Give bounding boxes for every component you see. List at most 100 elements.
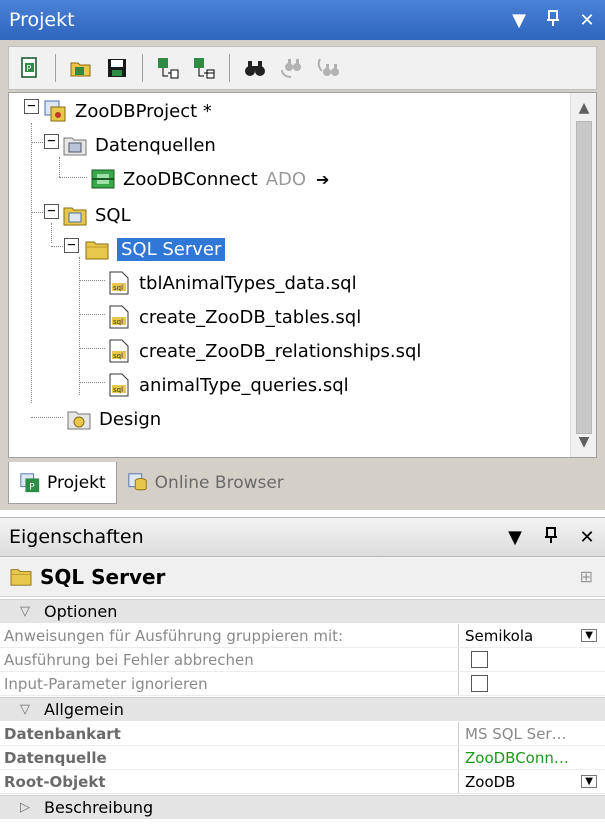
tab-projekt[interactable]: P Projekt — [8, 462, 117, 504]
section-label: Allgemein — [44, 700, 124, 719]
tree-item-label: create_ZooDB_tables.sql — [139, 306, 362, 328]
tree-item-label: ZooDBProject * — [75, 100, 212, 122]
svg-text:P: P — [27, 64, 32, 73]
property-name: Root-Objekt — [4, 772, 106, 791]
new-project-icon[interactable]: P — [17, 55, 43, 81]
object-header: SQL Server ⊞ — [0, 557, 605, 597]
project-toolbar: P — [8, 46, 597, 90]
section-allgemein[interactable]: ▽ Allgemein — [0, 697, 605, 721]
find-next-icon[interactable] — [278, 55, 304, 81]
dropdown-button-icon[interactable]: ▼ — [581, 629, 597, 642]
tab-online-browser[interactable]: Online Browser — [117, 462, 294, 504]
sql-file-icon: sql — [109, 339, 129, 363]
tree-item-sql-server[interactable]: SQL Server — [85, 232, 226, 266]
add-active-file-icon[interactable] — [191, 55, 217, 81]
datasource-folder-icon — [63, 137, 87, 156]
project-tab-icon: P — [20, 472, 40, 492]
find-icon[interactable] — [242, 55, 268, 81]
projekt-panel: P − − − − ZooDBProject * Datenquellen Zo… — [0, 40, 605, 510]
dropdown-arrow-icon[interactable]: ▼ — [505, 527, 525, 548]
folder-icon — [10, 568, 32, 586]
eigenschaften-panel: SQL Server ⊞ ▽ Optionen Anweisungen für … — [0, 557, 605, 840]
property-value-select[interactable]: Semikola ▼ — [458, 624, 605, 647]
section-beschreibung[interactable]: ▷ Beschreibung — [0, 795, 605, 819]
find-prev-icon[interactable] — [314, 55, 340, 81]
tree-item-label: Datenquellen — [95, 134, 216, 156]
collapse-datenquellen-toggle[interactable]: − — [44, 134, 59, 149]
tree-item-label: create_ZooDB_relationships.sql — [139, 340, 422, 362]
tree-item-sql[interactable]: SQL — [63, 198, 131, 232]
tree-item-label: tblAnimalTypes_data.sql — [139, 272, 357, 294]
pin-icon[interactable] — [543, 9, 563, 31]
sql-file-icon: sql — [109, 373, 129, 397]
panel-title: Eigenschaften — [9, 526, 144, 548]
panel-title: Projekt — [9, 9, 75, 31]
property-row: Ausführung bei Fehler abbrechen — [0, 648, 605, 672]
design-folder-icon — [67, 411, 91, 430]
property-row: Datenbankart MS SQL Ser… — [0, 722, 605, 746]
arrow-right-icon[interactable]: ➔ — [316, 170, 329, 189]
tree-item-file[interactable]: sql tblAnimalTypes_data.sql — [107, 266, 357, 300]
scroll-up-icon[interactable]: ▲ — [571, 95, 596, 121]
svg-text:sql: sql — [113, 352, 123, 360]
svg-text:sql: sql — [113, 284, 123, 292]
collapse-sql-toggle[interactable]: − — [44, 204, 59, 219]
expand-triangle-icon: ▷ — [20, 800, 30, 815]
property-name: Ausführung bei Fehler abbrechen — [4, 650, 254, 669]
stop-on-error-checkbox[interactable] — [471, 651, 488, 668]
svg-text:sql: sql — [113, 386, 123, 394]
tree-item-label: Design — [99, 408, 162, 430]
section-label: Optionen — [44, 602, 118, 621]
property-value-select[interactable]: ZooDB ▼ — [458, 770, 605, 793]
property-name: Datenbankart — [4, 724, 121, 743]
collapse-project-toggle[interactable]: − — [24, 99, 39, 114]
sql-file-icon: sql — [109, 271, 129, 295]
tree-item-file[interactable]: sql create_ZooDB_relationships.sql — [107, 334, 421, 368]
collapse-sql-server-toggle[interactable]: − — [64, 238, 79, 253]
property-row: Root-Objekt ZooDB ▼ — [0, 770, 605, 794]
collapse-triangle-icon: ▽ — [20, 604, 30, 619]
close-icon[interactable]: ✕ — [577, 527, 597, 548]
sql-folder-icon — [63, 207, 87, 226]
svg-text:sql: sql — [113, 318, 123, 326]
categorize-icon[interactable]: ⊞ — [580, 567, 593, 586]
section-optionen[interactable]: ▽ Optionen — [0, 599, 605, 623]
sql-file-icon: sql — [109, 305, 129, 329]
property-value: ZooDB — [465, 772, 516, 791]
selected-label: SQL Server — [117, 237, 226, 261]
online-browser-icon — [128, 473, 147, 491]
collapse-triangle-icon: ▽ — [20, 702, 30, 717]
tree-item-connection[interactable]: ZooDBConnect ADO ➔ — [91, 162, 329, 196]
ignore-input-params-checkbox[interactable] — [471, 675, 488, 692]
project-tree: − − − − ZooDBProject * Datenquellen ZooD… — [8, 92, 597, 458]
eigenschaften-titlebar: Eigenschaften ▼ ✕ — [0, 517, 605, 557]
close-icon[interactable]: ✕ — [577, 10, 597, 31]
connection-icon — [91, 169, 115, 189]
tree-item-file[interactable]: sql animalType_queries.sql — [107, 368, 349, 402]
tree-item-label: animalType_queries.sql — [139, 374, 349, 396]
open-project-icon[interactable] — [68, 55, 94, 81]
pin-icon[interactable] — [541, 526, 561, 548]
dropdown-arrow-icon[interactable]: ▼ — [509, 10, 529, 31]
add-files-icon[interactable] — [155, 55, 181, 81]
scroll-down-icon[interactable]: ▼ — [571, 429, 596, 455]
property-value-link[interactable]: ZooDBConn… — [458, 746, 605, 769]
object-name: SQL Server — [40, 564, 166, 589]
tree-scrollbar[interactable]: ▲ ▼ — [570, 93, 596, 457]
tree-item-file[interactable]: sql create_ZooDB_tables.sql — [107, 300, 361, 334]
property-value: Semikola — [465, 626, 534, 645]
scroll-thumb[interactable] — [576, 121, 592, 434]
tree-item-datenquellen[interactable]: Datenquellen — [63, 128, 216, 162]
tree-item-project[interactable]: ZooDBProject * — [43, 94, 212, 128]
dropdown-button-icon[interactable]: ▼ — [581, 775, 597, 788]
section-label: Beschreibung — [44, 798, 154, 817]
property-value: MS SQL Ser… — [458, 722, 605, 745]
property-name: Anweisungen für Ausführung gruppieren mi… — [4, 626, 344, 645]
connection-type: ADO — [265, 168, 307, 190]
tree-item-design[interactable]: Design — [67, 402, 161, 436]
connection-name: ZooDBConnect — [123, 168, 258, 190]
tab-label: Projekt — [47, 472, 106, 493]
save-project-icon[interactable] — [104, 55, 130, 81]
svg-text:P: P — [29, 481, 35, 492]
project-icon — [44, 100, 66, 122]
